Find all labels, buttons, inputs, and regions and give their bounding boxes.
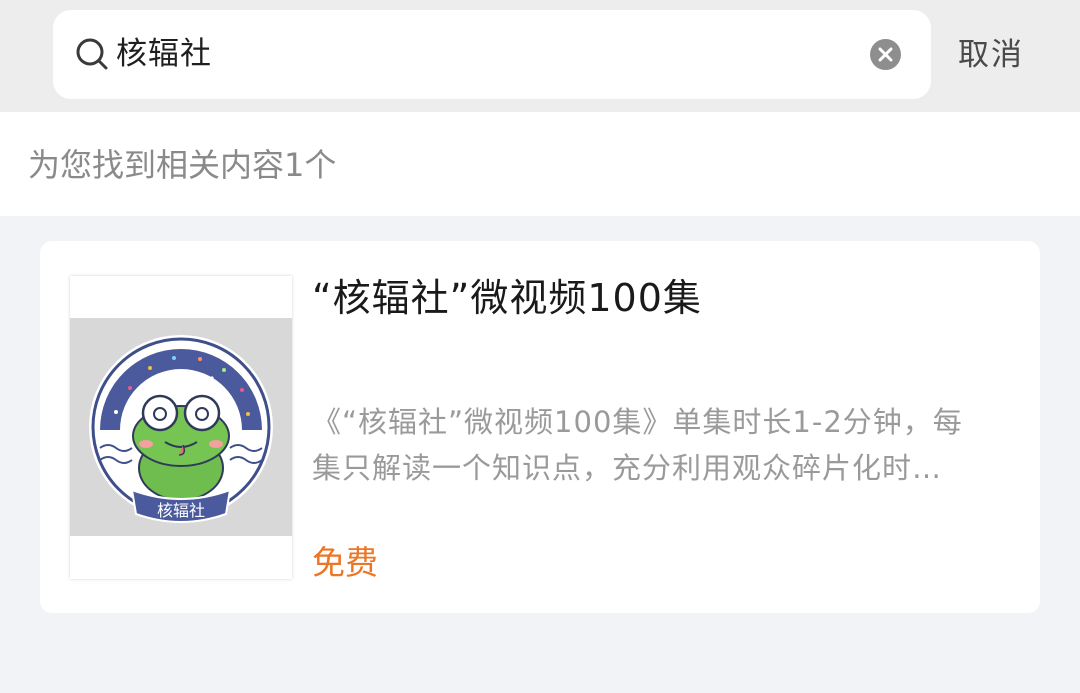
cancel-button[interactable]: 取消	[958, 31, 1024, 79]
result-thumbnail[interactable]: 核辐社	[70, 276, 292, 579]
description-line-1: 《“核辐社”微视频100集》单集时长1-2分钟，每	[312, 405, 963, 439]
result-summary: 为您找到相关内容1个	[0, 112, 1080, 216]
search-input[interactable]: 核辐社	[53, 10, 931, 99]
search-header: 核辐社 取消	[0, 0, 1080, 112]
search-query: 核辐社	[116, 36, 212, 72]
search-icon	[76, 38, 108, 70]
svg-text:核辐社: 核辐社	[157, 501, 205, 520]
result-description: 《“核辐社”微视频100集》单集时长1-2分钟，每 集只解读一个知识点，充分利用…	[312, 399, 1032, 491]
clear-search-button[interactable]	[870, 39, 901, 70]
result-count-text: 为您找到相关内容1个	[28, 146, 337, 184]
result-card[interactable]: 核辐社 “核辐社”微视频100集 《“核辐社”微视频100集》单集时长1-2分钟…	[40, 241, 1040, 613]
description-line-2: 集只解读一个知识点，充分利用观众碎片化时…	[312, 451, 943, 485]
close-icon	[878, 47, 893, 62]
thumbnail-image: 核辐社	[70, 318, 292, 536]
price-badge: 免费	[312, 543, 378, 582]
frog-logo-icon: 核辐社	[89, 335, 273, 523]
result-title[interactable]: “核辐社”微视频100集	[312, 273, 702, 323]
